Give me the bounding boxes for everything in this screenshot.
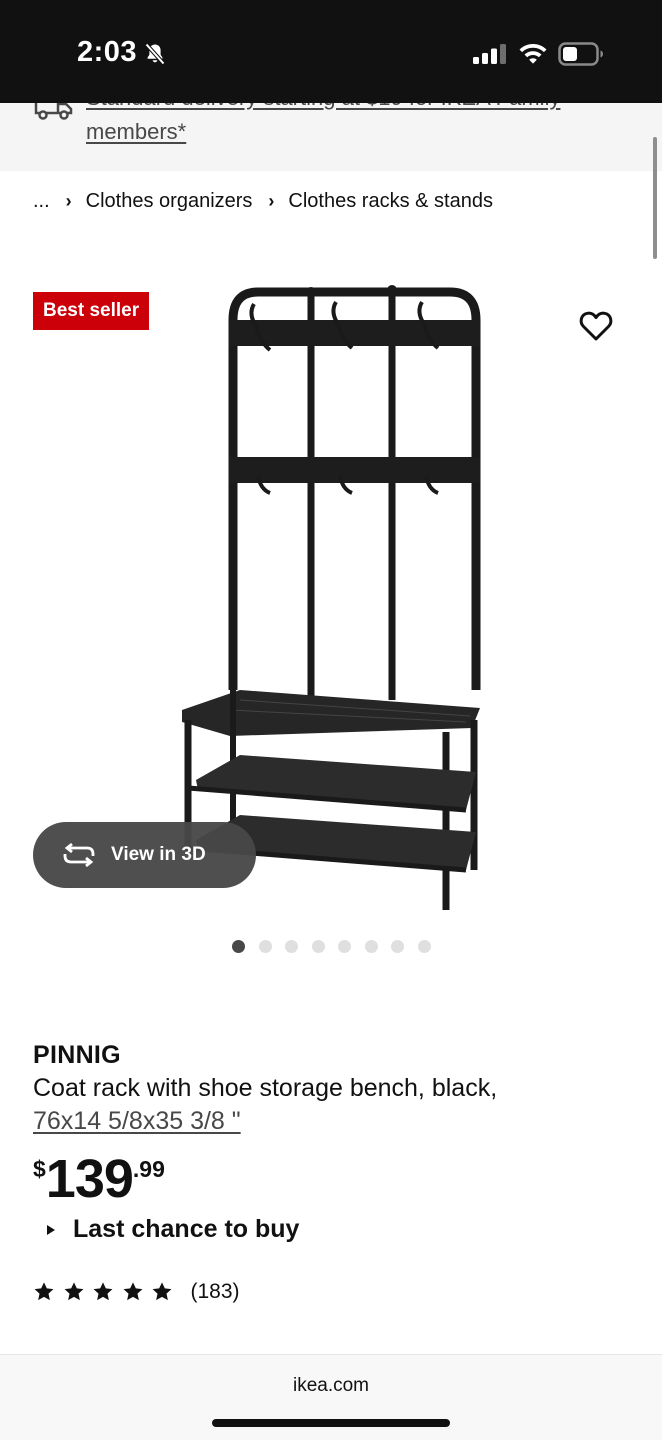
- product-price: $ 139 .99: [33, 1150, 165, 1208]
- last-chance-toggle[interactable]: Last chance to buy: [46, 1215, 299, 1244]
- view-in-3d-button[interactable]: View in 3D: [33, 822, 256, 888]
- star-icon: [34, 1282, 54, 1301]
- carousel-dot[interactable]: [311, 940, 325, 953]
- breadcrumb-clothes-racks[interactable]: Clothes racks & stands: [288, 190, 493, 213]
- price-integer: 139: [45, 1149, 134, 1209]
- product-image-carousel[interactable]: Best seller View in 3D: [0, 255, 662, 925]
- breadcrumb: ... › Clothes organizers › Clothes racks…: [33, 190, 493, 213]
- carousel-pagination: [232, 940, 444, 953]
- product-size-link[interactable]: 76x14 5/8x35 3/8 ": [33, 1107, 241, 1136]
- chevron-right-icon: ›: [268, 191, 275, 211]
- browser-url-bar[interactable]: ikea.com: [0, 1354, 662, 1440]
- carousel-dot[interactable]: [232, 940, 245, 953]
- review-count: (183): [190, 1280, 240, 1303]
- star-icon: [64, 1282, 83, 1301]
- star-icon: [93, 1282, 113, 1301]
- delivery-info-link[interactable]: Standard delivery starting at $19 for IK…: [86, 103, 626, 149]
- product-description: Coat rack with shoe storage bench, black…: [33, 1074, 498, 1102]
- chevron-right-icon: ›: [65, 191, 72, 211]
- status-time: 2:03: [77, 36, 138, 68]
- bell-slash-icon: [145, 43, 165, 65]
- triangle-right-icon: [47, 1224, 55, 1235]
- delivery-banner: Standard delivery starting at $19 for IK…: [0, 103, 662, 171]
- product-rating[interactable]: (183): [33, 1280, 240, 1304]
- carousel-dot[interactable]: [258, 940, 272, 953]
- cellular-signal-icon: [473, 44, 506, 64]
- page-scrollbar[interactable]: [653, 137, 657, 259]
- star-icon: [152, 1282, 172, 1301]
- product-image: [182, 285, 481, 910]
- carousel-dot[interactable]: [391, 940, 404, 953]
- heart-icon[interactable]: [578, 309, 614, 343]
- price-currency: $: [33, 1156, 46, 1182]
- rotate-icon: [63, 843, 95, 867]
- product-name: PINNIG: [33, 1041, 121, 1069]
- last-chance-label: Last chance to buy: [73, 1215, 300, 1243]
- carousel-dot[interactable]: [417, 940, 431, 953]
- status-bar: 2:03: [0, 0, 662, 103]
- best-seller-badge: Best seller: [33, 292, 150, 330]
- battery-icon: [558, 42, 603, 66]
- home-indicator[interactable]: [212, 1419, 450, 1427]
- url-text[interactable]: ikea.com: [0, 1375, 662, 1397]
- view-in-3d-label: View in 3D: [111, 844, 206, 865]
- carousel-dot[interactable]: [338, 940, 351, 953]
- truck-icon: [34, 103, 73, 120]
- wifi-icon: [519, 44, 547, 64]
- breadcrumb-clothes-organizers[interactable]: Clothes organizers: [86, 190, 253, 213]
- price-decimal: .99: [132, 1156, 165, 1182]
- breadcrumb-ellipsis[interactable]: ...: [33, 190, 50, 213]
- star-icon: [123, 1282, 142, 1301]
- carousel-dot[interactable]: [285, 940, 298, 953]
- carousel-dot[interactable]: [364, 940, 378, 953]
